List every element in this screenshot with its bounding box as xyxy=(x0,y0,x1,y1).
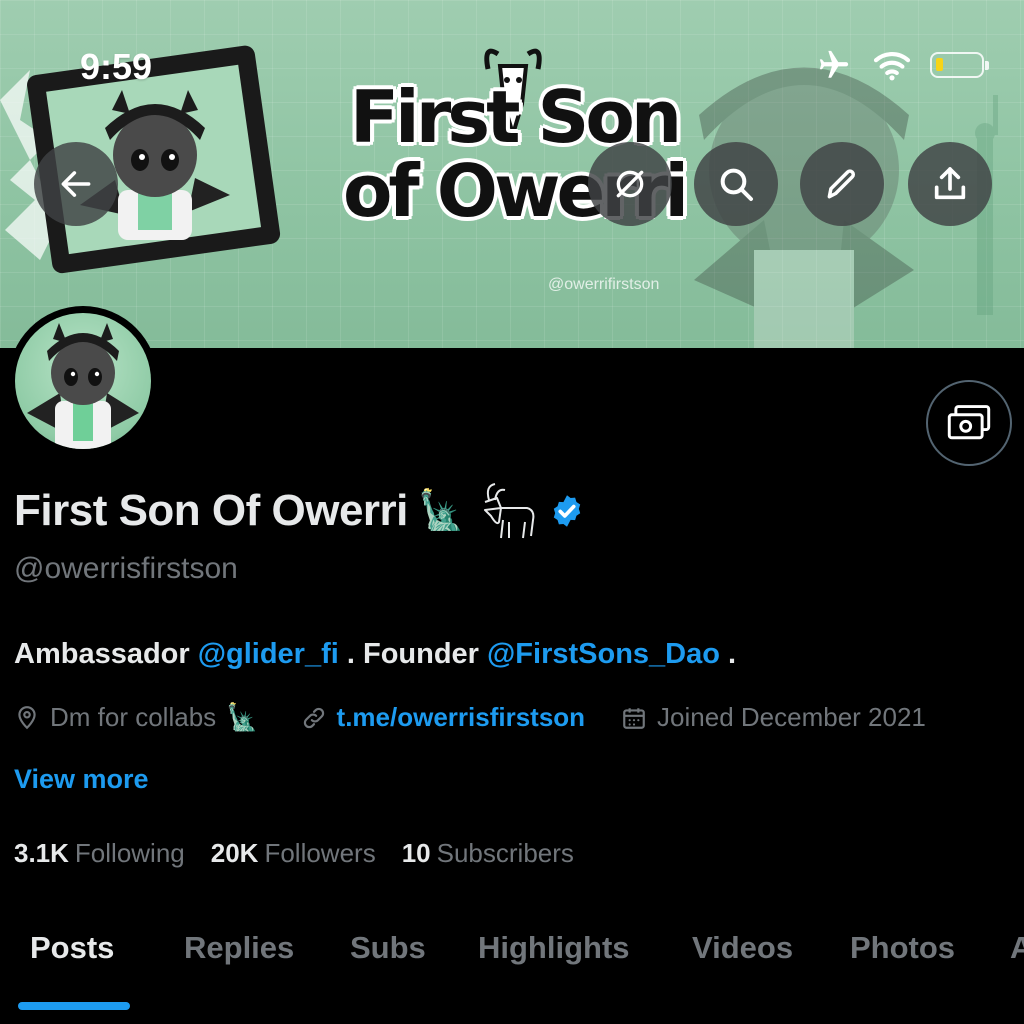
battery-level-fill xyxy=(936,58,943,71)
airplane-mode-icon xyxy=(819,50,849,78)
banner-handle-watermark: @owerrifirstson xyxy=(548,276,660,293)
profile-website[interactable]: t.me/owerrisfirstson xyxy=(301,702,586,733)
display-name: First Son Of Owerri xyxy=(14,486,408,535)
edit-button[interactable] xyxy=(800,142,884,226)
avatar-image xyxy=(15,313,151,449)
share-button[interactable] xyxy=(908,142,992,226)
tab-posts[interactable]: Posts xyxy=(30,930,114,966)
location-pin-icon xyxy=(18,705,36,729)
subscribers-label: Subscribers xyxy=(436,838,574,868)
tab-photos[interactable]: Photos xyxy=(850,930,955,966)
subscribers-count: 10 xyxy=(401,838,431,868)
search-icon xyxy=(720,168,753,201)
status-bar-time: 9:59 xyxy=(80,46,153,87)
bio-text: Ambassador xyxy=(14,638,198,670)
search-button[interactable] xyxy=(694,142,778,226)
avatar-character-art xyxy=(27,323,139,449)
link-icon xyxy=(303,707,324,728)
verified-badge-icon xyxy=(554,495,581,527)
following-stat[interactable]: 3.1K Following xyxy=(14,838,185,869)
bio-mention-glider[interactable]: @glider_fi xyxy=(198,638,339,670)
battery-icon xyxy=(930,52,989,78)
pencil-icon xyxy=(827,169,855,199)
bio-mention-firstsons[interactable]: @FirstSons_Dao xyxy=(487,638,720,670)
profile-bio: Ambassador @glider_fi . Founder @FirstSo… xyxy=(14,638,736,671)
share-icon xyxy=(934,167,966,200)
subscribe-button[interactable] xyxy=(926,380,1012,466)
tab-highlights[interactable]: Highlights xyxy=(478,930,630,966)
back-button[interactable] xyxy=(34,142,118,226)
profile-avatar[interactable] xyxy=(8,306,158,456)
bio-text: . Founder xyxy=(338,638,488,670)
profile-handle: @owerrisfirstson xyxy=(14,552,238,585)
location-emoji: 🗽 xyxy=(226,702,259,732)
bio-text: . xyxy=(719,638,737,670)
followers-stat[interactable]: 20K Followers xyxy=(211,838,376,869)
grok-button[interactable] xyxy=(588,142,672,226)
wifi-icon xyxy=(873,52,911,81)
tab-replies[interactable]: Replies xyxy=(184,930,294,966)
website-link[interactable]: t.me/owerrisfirstson xyxy=(337,702,586,733)
profile-stats: 3.1K Following 20K Followers 10 Subscrib… xyxy=(14,838,574,869)
profile-joined-date: Joined December 2021 xyxy=(621,702,926,733)
profile-location: Dm for collabs 🗽 xyxy=(14,702,259,733)
followers-count: 20K xyxy=(210,838,259,868)
view-more-link[interactable]: View more xyxy=(14,764,149,795)
location-text: Dm for collabs xyxy=(50,702,217,732)
tab-subs[interactable]: Subs xyxy=(350,930,426,966)
calendar-icon xyxy=(623,707,645,729)
grok-icon xyxy=(616,170,644,198)
profile-tab-bar: Posts Replies Subs Highlights Videos Pho… xyxy=(0,920,1024,1024)
name-emoji: 🗽 xyxy=(417,490,466,532)
followers-label: Followers xyxy=(264,838,376,868)
profile-meta-row: Dm for collabs 🗽 t.me/owerrisfirstson Jo… xyxy=(14,702,926,733)
tab-videos[interactable]: Videos xyxy=(692,930,793,966)
goat-emoji-icon xyxy=(484,483,535,539)
status-bar-icons xyxy=(814,48,989,82)
following-label: Following xyxy=(74,838,185,868)
profile-name-row: First Son Of Owerri 🗽 xyxy=(14,482,585,540)
following-count: 3.1K xyxy=(14,838,69,868)
back-arrow-icon xyxy=(61,171,91,197)
subscribers-stat[interactable]: 10 Subscribers xyxy=(402,838,574,869)
money-icon xyxy=(947,405,991,440)
active-tab-indicator xyxy=(18,1002,130,1010)
tab-articles[interactable]: A xyxy=(1010,930,1024,966)
joined-text: Joined December 2021 xyxy=(657,702,926,732)
